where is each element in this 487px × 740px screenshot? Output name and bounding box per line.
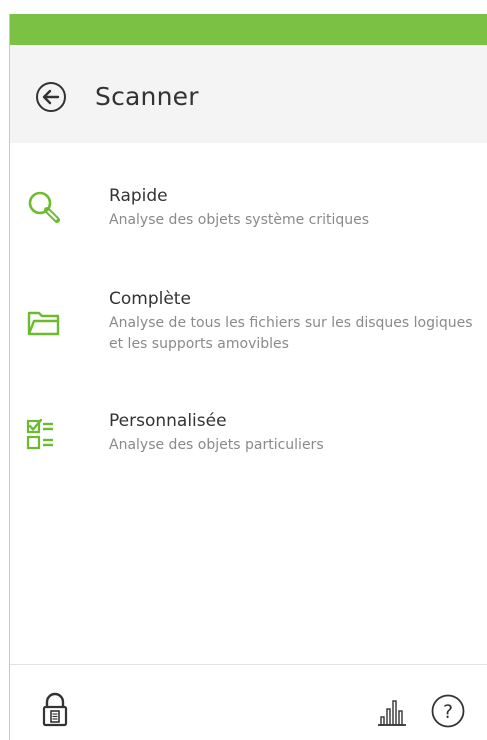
- help-circle-icon[interactable]: ?: [430, 693, 466, 729]
- top-strip: [0, 0, 487, 14]
- help-button[interactable]: ?: [430, 693, 466, 729]
- scan-option-custom[interactable]: Personnalisée Analyse des objets particu…: [10, 410, 487, 470]
- scan-option-title: Complète: [109, 289, 191, 309]
- reports-button[interactable]: [375, 695, 409, 729]
- scan-option-description: Analyse des objets particuliers: [109, 437, 324, 453]
- footer-divider: [10, 664, 487, 665]
- scan-option-title: Personnalisée: [109, 411, 227, 431]
- scan-option-title: Rapide: [109, 186, 168, 206]
- scan-option-quick[interactable]: Rapide Analyse des objets système critiq…: [10, 185, 487, 245]
- magnifier-icon: [24, 187, 64, 227]
- bar-chart-icon[interactable]: [375, 695, 409, 729]
- license-lock-button[interactable]: [38, 691, 72, 729]
- checklist-icon: [24, 416, 64, 456]
- app-window: Scanner Rapide Analyse des objets systèm…: [0, 0, 487, 740]
- scan-option-description: Analyse de tous les fichiers sur les dis…: [109, 315, 473, 352]
- folder-icon: [24, 303, 64, 343]
- scanner-panel: Scanner Rapide Analyse des objets systèm…: [9, 14, 487, 740]
- header: Scanner: [10, 45, 487, 143]
- page-title: Scanner: [95, 82, 199, 111]
- accent-bar: [10, 14, 487, 45]
- padlock-icon[interactable]: [38, 691, 72, 729]
- help-glyph: ?: [443, 701, 453, 723]
- back-button[interactable]: [34, 80, 68, 114]
- scan-option-description: Analyse des objets système critiques: [109, 212, 370, 228]
- scan-option-full[interactable]: Complète Analyse de tous les fichiers su…: [10, 288, 487, 370]
- back-arrow-circle-icon[interactable]: [34, 80, 68, 114]
